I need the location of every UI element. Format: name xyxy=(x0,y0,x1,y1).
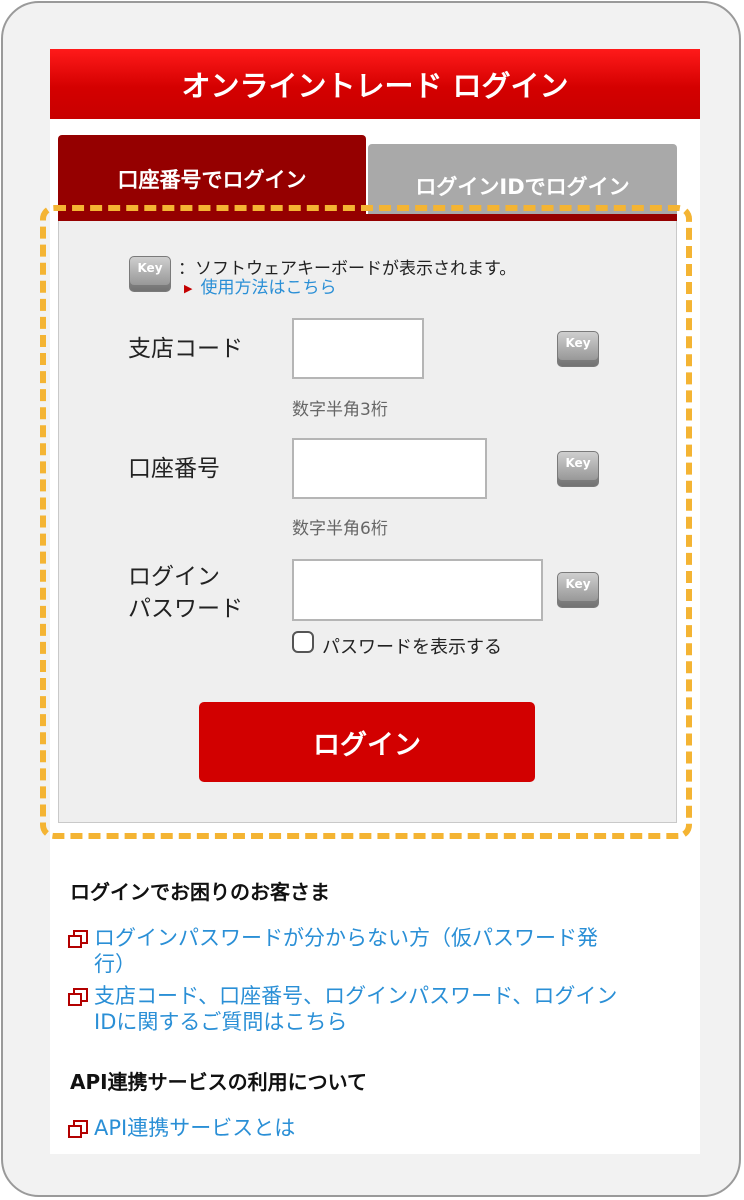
tab-underline xyxy=(58,214,677,221)
keyboard-icon: Key xyxy=(129,256,171,292)
help-section-title: ログインでお困りのお客さま xyxy=(70,880,330,904)
key-label: Key xyxy=(565,456,591,470)
keyboard-usage-link-text: 使用方法はこちら xyxy=(200,278,337,298)
account-questions-link[interactable]: 支店コード、口座番号、ログインパスワード、ログイン IDに関するご質問はこちら xyxy=(68,983,617,1035)
show-password-checkbox[interactable] xyxy=(292,631,314,653)
keyboard-usage-link[interactable]: ▶ 使用方法はこちら xyxy=(184,273,336,298)
tab-account-number-login[interactable]: 口座番号でログイン xyxy=(58,135,366,219)
tab-label: ログインIDでログイン xyxy=(415,174,630,199)
tab-login-id-login[interactable]: ログインIDでログイン xyxy=(368,144,677,219)
login-button-label: ログイン xyxy=(313,729,421,761)
key-label: Key xyxy=(565,336,591,350)
password-input[interactable] xyxy=(292,559,543,621)
key-label: Key xyxy=(565,577,591,591)
software-keyboard-button-password[interactable]: Key xyxy=(557,572,599,608)
software-keyboard-button-account[interactable]: Key xyxy=(557,451,599,487)
account-number-label: 口座番号 xyxy=(128,456,220,482)
page-header: オンライントレード ログイン xyxy=(50,49,700,119)
external-window-icon xyxy=(68,930,88,950)
api-service-link-text: API連携サービスとは xyxy=(94,1116,296,1140)
software-keyboard-button-branch[interactable]: Key xyxy=(557,331,599,367)
branch-code-note: 数字半角3桁 xyxy=(292,400,388,420)
login-button[interactable]: ログイン xyxy=(199,702,535,782)
api-service-link[interactable]: API連携サービスとは xyxy=(68,1115,295,1141)
link-text-line2: 行） xyxy=(94,952,136,976)
account-number-input[interactable] xyxy=(292,438,487,499)
tab-label: 口座番号でログイン xyxy=(117,168,307,192)
password-label-line1: ログイン xyxy=(128,564,220,590)
key-label: Key xyxy=(137,261,163,275)
external-window-icon xyxy=(68,988,88,1008)
password-label: ログイン パスワード xyxy=(128,561,243,625)
account-number-note: 数字半角6桁 xyxy=(292,519,388,539)
branch-code-input[interactable] xyxy=(292,318,424,379)
external-window-icon xyxy=(68,1120,88,1140)
link-text-line2: IDに関するご質問はこちら xyxy=(94,1010,348,1034)
password-label-line2: パスワード xyxy=(128,596,243,622)
link-text-line1: 支店コード、口座番号、ログインパスワード、ログイン xyxy=(94,984,618,1008)
show-password-label[interactable]: パスワードを表示する xyxy=(322,633,502,659)
link-text-line1: ログインパスワードが分からない方（仮パスワード発 xyxy=(94,926,598,950)
api-section-title: API連携サービスの利用について xyxy=(70,1070,367,1094)
forgot-password-link[interactable]: ログインパスワードが分からない方（仮パスワード発 行） xyxy=(68,925,598,977)
page-title: オンライントレード ログイン xyxy=(181,69,569,103)
branch-code-label: 支店コード xyxy=(128,336,243,362)
arrow-right-icon: ▶ xyxy=(184,281,193,295)
